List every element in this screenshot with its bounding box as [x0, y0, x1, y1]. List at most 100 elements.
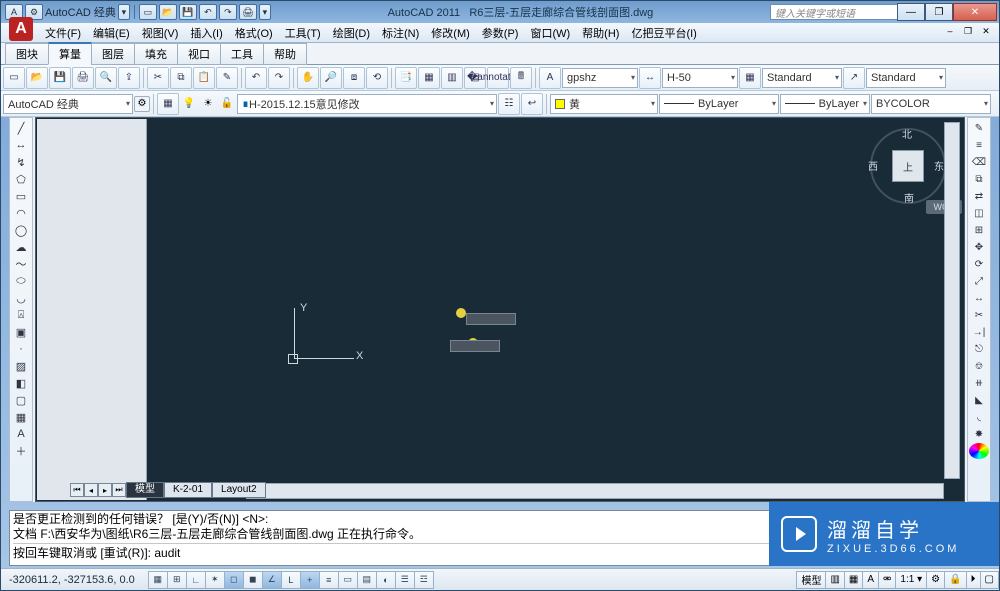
tb-copy-icon[interactable]: ⧉	[170, 67, 192, 89]
tab-viewport[interactable]: 视口	[177, 43, 221, 65]
menu-insert[interactable]: 插入(I)	[190, 25, 222, 41]
join-icon[interactable]: ⧺	[969, 375, 989, 391]
tb-open-icon[interactable]: 📂	[26, 67, 48, 89]
breakat-icon[interactable]: ⎊	[969, 358, 989, 374]
menu-help[interactable]: 帮助(H)	[582, 25, 619, 41]
layer-manager-icon[interactable]: ▦	[157, 93, 179, 115]
tab-nav-next-icon[interactable]: ▸	[98, 483, 112, 497]
tb-properties-icon[interactable]: 📑	[395, 67, 417, 89]
tb-save-icon[interactable]: 💾	[49, 67, 71, 89]
infocenter-search[interactable]: 键入关键字或短语	[770, 4, 910, 20]
tpy-toggle[interactable]: ▭	[338, 571, 358, 589]
lwt-toggle[interactable]: ≡	[319, 571, 339, 589]
tab-help[interactable]: 帮助	[263, 43, 307, 65]
chevron-down-icon[interactable]: ▾	[118, 4, 130, 20]
annovis-icon[interactable]: ⚮	[878, 571, 896, 589]
tb-publish-icon[interactable]: ⇪	[118, 67, 140, 89]
polar-toggle[interactable]: ✶	[205, 571, 225, 589]
qat-more-icon[interactable]: ▾	[259, 4, 271, 20]
mtext-icon[interactable]: A	[11, 426, 31, 442]
drawing-object[interactable]	[456, 308, 466, 318]
measure-icon[interactable]: ≡	[969, 137, 989, 153]
makeblock-icon[interactable]: ▣	[11, 324, 31, 340]
gradient-icon[interactable]: ◧	[11, 375, 31, 391]
revcloud-icon[interactable]: ☁	[11, 239, 31, 255]
open-icon[interactable]: 📂	[159, 4, 177, 20]
erase-icon[interactable]: ⌫	[969, 154, 989, 170]
tab-nav-prev-icon[interactable]: ◂	[84, 483, 98, 497]
tb-mleaderstyle-icon[interactable]: ↗	[843, 67, 865, 89]
spline-icon[interactable]: ～	[11, 256, 31, 272]
menu-edit[interactable]: 编辑(E)	[93, 25, 130, 41]
viewcube[interactable]: 上 北 南 东 西	[870, 128, 946, 204]
menu-view[interactable]: 视图(V)	[142, 25, 179, 41]
save-icon[interactable]: 💾	[179, 4, 197, 20]
arc-icon[interactable]: ◠	[11, 205, 31, 221]
tb-cut-icon[interactable]: ✂	[147, 67, 169, 89]
color-combo[interactable]: 黄▾	[550, 94, 658, 114]
rect-icon[interactable]: ▭	[11, 188, 31, 204]
layer-freeze-icon[interactable]: ☀	[199, 95, 217, 113]
3dosnap-toggle[interactable]: ◼	[243, 571, 263, 589]
region-icon[interactable]: ▢	[11, 392, 31, 408]
annoscale-combo[interactable]: 1:1 ▾	[895, 571, 927, 589]
tb-zoomrt-icon[interactable]: 🔎	[320, 67, 342, 89]
window-minimize-button[interactable]: —	[897, 3, 925, 21]
snap-toggle[interactable]: ▦	[148, 571, 168, 589]
grid-toggle[interactable]: ⊞	[167, 571, 187, 589]
array-icon[interactable]: ⊞	[969, 222, 989, 238]
tb-plot-icon[interactable]: 🖨	[72, 67, 94, 89]
lock-ui-icon[interactable]: 🔒	[944, 571, 966, 589]
tb-zoomprev-icon[interactable]: ⟲	[366, 67, 388, 89]
ducs-toggle[interactable]: L	[281, 571, 301, 589]
menu-yibadou[interactable]: 亿把豆平台(I)	[631, 25, 696, 41]
status-coords[interactable]: -320611.2, -327153.6, 0.0	[1, 574, 143, 586]
copy-icon[interactable]: ⧉	[969, 171, 989, 187]
quickview-layouts-icon[interactable]: ▥	[825, 571, 844, 589]
textstyle-combo[interactable]: gpshz▾	[562, 68, 638, 88]
menu-draw[interactable]: 绘图(D)	[333, 25, 370, 41]
stretch-icon[interactable]: ↔	[969, 290, 989, 306]
chamfer-icon[interactable]: ◣	[969, 392, 989, 408]
redo-icon[interactable]: ↷	[219, 4, 237, 20]
ad-toggle[interactable]: ☲	[414, 571, 434, 589]
tb-undo-icon[interactable]: ↶	[245, 67, 267, 89]
otrack-toggle[interactable]: ∠	[262, 571, 282, 589]
mirror-icon[interactable]: ⇄	[969, 188, 989, 204]
workspace-combo[interactable]: AutoCAD 经典▾	[3, 94, 133, 114]
tb-markup-icon[interactable]: �annotations	[487, 67, 509, 89]
window-maximize-button[interactable]: ❐	[925, 3, 953, 21]
offset-icon[interactable]: ◫	[969, 205, 989, 221]
tb-textstyle-icon[interactable]: A	[539, 67, 561, 89]
linetype-combo[interactable]: ByLayer▾	[659, 94, 779, 114]
mleaderstyle-combo[interactable]: Standard▾	[866, 68, 946, 88]
extend-icon[interactable]: →|	[969, 324, 989, 340]
horizontal-scrollbar[interactable]	[246, 483, 944, 499]
qp-toggle[interactable]: ▤	[357, 571, 377, 589]
layer-combo[interactable]: ∎ H-2015.12.15意见修改▾	[237, 94, 497, 114]
explode-icon[interactable]: ✸	[969, 426, 989, 442]
am-toggle[interactable]: ☰	[395, 571, 415, 589]
plotstyle-combo[interactable]: BYCOLOR▾	[871, 94, 991, 114]
tb-dimstyle-icon[interactable]: ↔	[639, 67, 661, 89]
layout-tab[interactable]: K-2-01	[164, 482, 212, 498]
workspace-settings-icon[interactable]: ⚙	[134, 96, 150, 112]
autocad-logo-icon[interactable]: A	[9, 17, 33, 41]
layout-tab[interactable]: Layout2	[212, 482, 266, 498]
model-tab[interactable]: 模型	[126, 482, 164, 498]
line-icon[interactable]: ╱	[11, 120, 31, 136]
tb-new-icon[interactable]: ▭	[3, 67, 25, 89]
tab-hatch[interactable]: 填充	[134, 43, 178, 65]
break-icon[interactable]: ⎋	[969, 341, 989, 357]
modelspace-button[interactable]: 模型	[796, 571, 826, 589]
lineweight-combo[interactable]: ByLayer▾	[780, 94, 870, 114]
tab-nav-first-icon[interactable]: ⏮	[70, 483, 84, 497]
menu-file[interactable]: 文件(F)	[45, 25, 81, 41]
point-icon[interactable]: ·	[11, 341, 31, 357]
undo-icon[interactable]: ↶	[199, 4, 217, 20]
menu-format[interactable]: 格式(O)	[235, 25, 273, 41]
quickview-dwg-icon[interactable]: ▦	[844, 571, 863, 589]
dyn-toggle[interactable]: +	[300, 571, 320, 589]
menu-window[interactable]: 窗口(W)	[530, 25, 570, 41]
qnew-icon[interactable]: ▭	[139, 4, 157, 20]
